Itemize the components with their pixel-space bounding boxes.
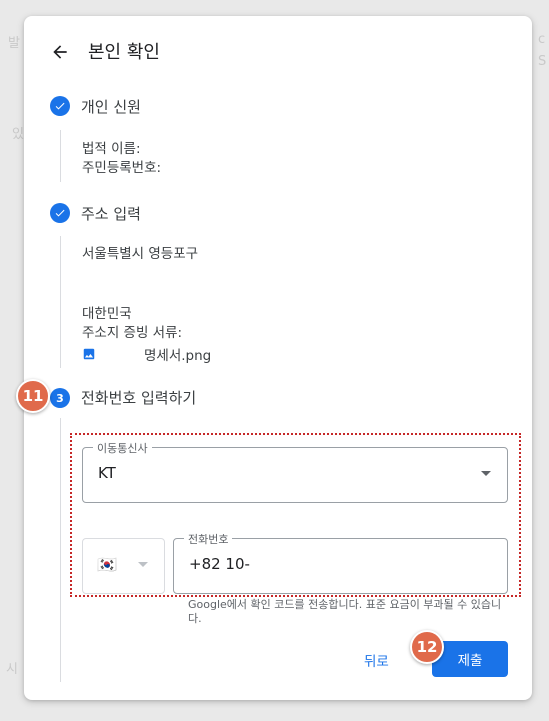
- back-arrow-button[interactable]: [46, 38, 74, 66]
- step-address-title: 주소 입력: [81, 205, 141, 223]
- step-personal-identity-title: 개인 신원: [81, 98, 141, 116]
- carrier-select-label: 이동통신사: [93, 440, 152, 456]
- phone-number-label: 전화번호: [184, 531, 233, 547]
- korea-flag-icon: 🇰🇷: [97, 555, 117, 574]
- resident-number-label: 주민등록번호:: [82, 160, 162, 176]
- file-name: 명세서.png: [144, 348, 212, 364]
- step-connector-line: [60, 418, 61, 682]
- background-text: S: [538, 54, 547, 69]
- phone-helper-text: Google에서 확인 코드를 전송합니다. 표준 요금이 부과될 수 있습니다…: [188, 598, 502, 625]
- arrow-back-icon: [53, 45, 67, 59]
- check-circle-icon: [50, 96, 70, 116]
- country-value: 대한민국: [82, 306, 132, 322]
- step-phone-title: 전화번호 입력하기: [81, 389, 197, 407]
- background-text: 시: [6, 662, 18, 677]
- identity-verification-dialog: 본인 확인 개인 신원 법적 이름: 주민등록번호: 주소 입력 서울특별시 영…: [16, 16, 532, 700]
- country-code-select[interactable]: 🇰🇷: [82, 538, 165, 594]
- carrier-select[interactable]: 이동통신사 KT: [82, 440, 508, 503]
- background-text: c: [538, 32, 546, 47]
- check-circle-icon: [50, 203, 70, 223]
- background-text: 발: [8, 36, 20, 51]
- attached-file[interactable]: 명세서.png: [82, 344, 211, 364]
- dialog-title: 본인 확인: [88, 42, 160, 63]
- phone-number-value: +82 10-: [189, 555, 250, 573]
- step-number: 3: [56, 391, 64, 405]
- image-file-icon: [83, 348, 95, 360]
- step-number-icon: 3: [50, 388, 70, 408]
- step-connector-line: [60, 236, 61, 368]
- phone-number-input[interactable]: 전화번호 +82 10-: [173, 531, 508, 594]
- step-connector-line: [60, 130, 61, 182]
- carrier-select-value: KT: [98, 464, 116, 482]
- address-proof-label: 주소지 증빙 서류:: [82, 325, 183, 341]
- annotation-badge-12: 12: [410, 630, 444, 664]
- background-text: 있: [12, 127, 24, 142]
- legal-name-label: 법적 이름:: [82, 141, 141, 157]
- dropdown-arrow-icon: [138, 562, 148, 567]
- address-line: 서울특별시 영등포구: [82, 246, 199, 262]
- back-button[interactable]: 뒤로: [364, 650, 389, 670]
- annotation-badge-11: 11: [16, 379, 50, 413]
- dropdown-arrow-icon: [481, 471, 491, 476]
